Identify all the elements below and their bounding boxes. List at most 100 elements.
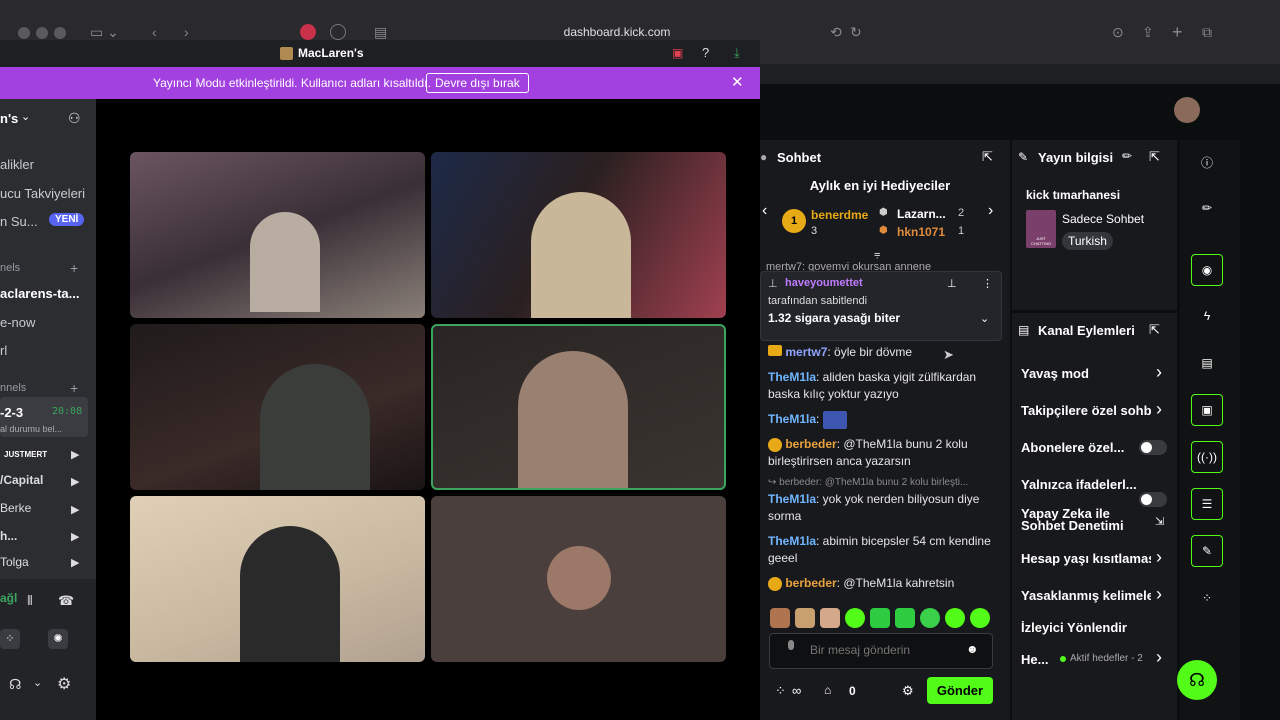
emote-icon[interactable] bbox=[820, 608, 840, 628]
popout-icon[interactable]: ⇱ bbox=[1149, 322, 1160, 338]
chat-text-field[interactable] bbox=[810, 643, 960, 657]
emote-icon[interactable] bbox=[870, 608, 890, 628]
chat-user[interactable]: TheM1la bbox=[768, 492, 816, 506]
chevron-down-icon[interactable]: ⌄ bbox=[21, 110, 30, 123]
video-tile-no-camera[interactable] bbox=[431, 496, 726, 662]
url-text[interactable]: dashboard.kick.com bbox=[470, 25, 764, 39]
broadcast-icon[interactable]: ((·)) bbox=[1191, 441, 1223, 473]
disable-streamer-mode-button[interactable]: Devre dışı bırak bbox=[426, 73, 529, 93]
inbox-icon[interactable]: ▣ bbox=[672, 46, 683, 60]
video-tile[interactable] bbox=[431, 152, 726, 318]
emote-icon[interactable] bbox=[795, 608, 815, 628]
voice-channel[interactable]: -2-3 20:08 al durumu bel... bbox=[0, 397, 88, 437]
tabs-overview-icon[interactable]: ⧉ bbox=[1202, 24, 1212, 41]
forward-icon[interactable]: › bbox=[184, 24, 189, 40]
gifter-name-3[interactable]: hkn1071 bbox=[897, 225, 945, 239]
edit-icon[interactable]: ✏ bbox=[1122, 149, 1132, 163]
store-icon[interactable]: ⌂ bbox=[824, 683, 831, 697]
expand-icon[interactable]: ⌄ bbox=[980, 312, 989, 325]
chat-input[interactable]: ☻ bbox=[769, 633, 993, 669]
subs-only-toggle[interactable] bbox=[1139, 440, 1167, 455]
support-headset-icon[interactable]: ☊ bbox=[1177, 660, 1217, 700]
chat-user[interactable]: TheM1la bbox=[768, 534, 816, 548]
category-header[interactable]: nels bbox=[0, 262, 20, 274]
page-icon[interactable]: ▤ bbox=[374, 24, 387, 41]
chat-icon[interactable]: ▣ bbox=[1191, 394, 1223, 426]
add-friend-icon[interactable]: ⚇ bbox=[68, 110, 81, 127]
emote-bar[interactable] bbox=[770, 608, 995, 633]
new-tab-icon[interactable]: + bbox=[1172, 22, 1183, 43]
community-icon[interactable]: ⁘ bbox=[775, 683, 786, 699]
sidebar-toggle-icon[interactable]: ▭ ⌄ bbox=[90, 24, 119, 41]
action-account-age[interactable]: Hesap yaşı kısıtlaması bbox=[1021, 551, 1151, 566]
add-channel-icon[interactable]: + bbox=[70, 380, 78, 396]
emote-icon[interactable] bbox=[770, 608, 790, 628]
chevron-right-icon[interactable]: › bbox=[1156, 584, 1162, 605]
chat-user[interactable]: berbeder bbox=[785, 576, 836, 590]
infinity-icon[interactable]: ∞ bbox=[792, 683, 801, 698]
action-followers-only[interactable]: Takipçilere özel sohbet bbox=[1021, 403, 1151, 418]
unpin-icon[interactable]: ⊥ bbox=[947, 277, 957, 290]
headset-icon[interactable]: ☊ bbox=[9, 676, 21, 693]
chevron-down-icon[interactable]: ⌄ bbox=[33, 676, 42, 689]
action-banned-words[interactable]: Yasaklanmış kelimeler bbox=[1021, 588, 1151, 603]
action-slow-mode[interactable]: Yavaş mod bbox=[1021, 366, 1089, 381]
emote-icon[interactable] bbox=[970, 608, 990, 628]
voice-user[interactable]: h... bbox=[0, 529, 17, 543]
video-tile-speaking[interactable] bbox=[431, 324, 726, 490]
chat-user[interactable]: mertw7 bbox=[785, 345, 827, 359]
activities-icon[interactable]: ⁘ bbox=[0, 629, 20, 649]
emoji-icon[interactable]: ☻ bbox=[966, 642, 979, 656]
avatar[interactable] bbox=[1174, 97, 1200, 123]
help-icon[interactable]: ? bbox=[702, 45, 709, 60]
chevron-right-icon[interactable]: › bbox=[1156, 362, 1162, 383]
popout-icon[interactable]: ⇱ bbox=[982, 149, 993, 165]
video-tile[interactable] bbox=[130, 324, 425, 490]
chevron-right-icon[interactable]: › bbox=[1156, 647, 1162, 668]
share-icon[interactable]: ⇪ bbox=[1142, 24, 1154, 41]
gifter-name-2[interactable]: Lazarn... bbox=[897, 207, 946, 221]
notes-icon[interactable]: ▤ bbox=[1191, 347, 1223, 379]
external-link-icon[interactable]: ⇲ bbox=[1155, 515, 1164, 528]
reload-icon[interactable]: ↻ bbox=[850, 24, 862, 41]
emote-icon[interactable] bbox=[845, 608, 865, 628]
prev-gifters-icon[interactable]: ‹ bbox=[762, 202, 767, 220]
sidebar-item[interactable]: ucu Takviyeleri bbox=[0, 186, 85, 201]
back-icon[interactable]: ‹ bbox=[152, 24, 157, 40]
noise-icon[interactable]: ⦀ bbox=[27, 593, 33, 609]
actions-rail-icon[interactable]: ☰ bbox=[1191, 488, 1223, 520]
settings-icon[interactable]: ⚙ bbox=[57, 674, 71, 694]
more-icon[interactable]: ⋮ bbox=[982, 277, 993, 290]
pinned-user[interactable]: haveyoumettet bbox=[785, 277, 863, 289]
collapse-icon[interactable]: ⩦ bbox=[874, 248, 880, 261]
channel[interactable]: rl bbox=[0, 343, 7, 358]
download-icon[interactable]: ⊙ bbox=[1112, 24, 1124, 41]
translate-icon[interactable]: ⟲ bbox=[830, 24, 842, 41]
close-icon[interactable]: ✕ bbox=[731, 73, 744, 91]
edit-icon[interactable]: ✏ bbox=[1191, 192, 1223, 224]
voice-user[interactable]: Tolga bbox=[0, 555, 29, 569]
download-icon[interactable]: ⤓ bbox=[734, 45, 740, 61]
sidebar-item[interactable]: alikler bbox=[0, 157, 34, 172]
chat-user[interactable]: TheM1la bbox=[768, 412, 816, 426]
chevron-right-icon[interactable]: › bbox=[1156, 399, 1162, 420]
action-ai-moderation[interactable]: Yapay Zeka ile Sohbet Denetimi bbox=[1021, 507, 1131, 532]
camera-icon[interactable]: ◉ bbox=[1191, 254, 1223, 286]
info-icon[interactable]: ⓘ bbox=[1191, 146, 1223, 178]
popout-icon[interactable]: ⇱ bbox=[1149, 149, 1160, 165]
pinterest-tab-icon[interactable] bbox=[300, 24, 316, 40]
voice-user[interactable]: JUSTMERT bbox=[4, 450, 47, 459]
action-raid[interactable]: İzleyici Yönlendir bbox=[1021, 620, 1127, 635]
send-button[interactable]: Gönder bbox=[927, 677, 993, 704]
category-name[interactable]: Sadece Sohbet bbox=[1062, 212, 1144, 226]
video-tile[interactable] bbox=[130, 152, 425, 318]
channel[interactable]: e-now bbox=[0, 315, 35, 330]
chat-user[interactable]: berbeder bbox=[785, 437, 836, 451]
soundboard-icon[interactable]: ✺ bbox=[48, 629, 68, 649]
action-goals[interactable]: He... bbox=[1021, 652, 1048, 667]
lightning-icon[interactable]: ϟ bbox=[1191, 300, 1223, 332]
emote-icon[interactable] bbox=[895, 608, 915, 628]
chevron-right-icon[interactable]: › bbox=[1156, 547, 1162, 568]
disconnect-icon[interactable]: ☎ bbox=[58, 593, 74, 609]
wrench-icon[interactable]: ✎ bbox=[1191, 535, 1223, 567]
